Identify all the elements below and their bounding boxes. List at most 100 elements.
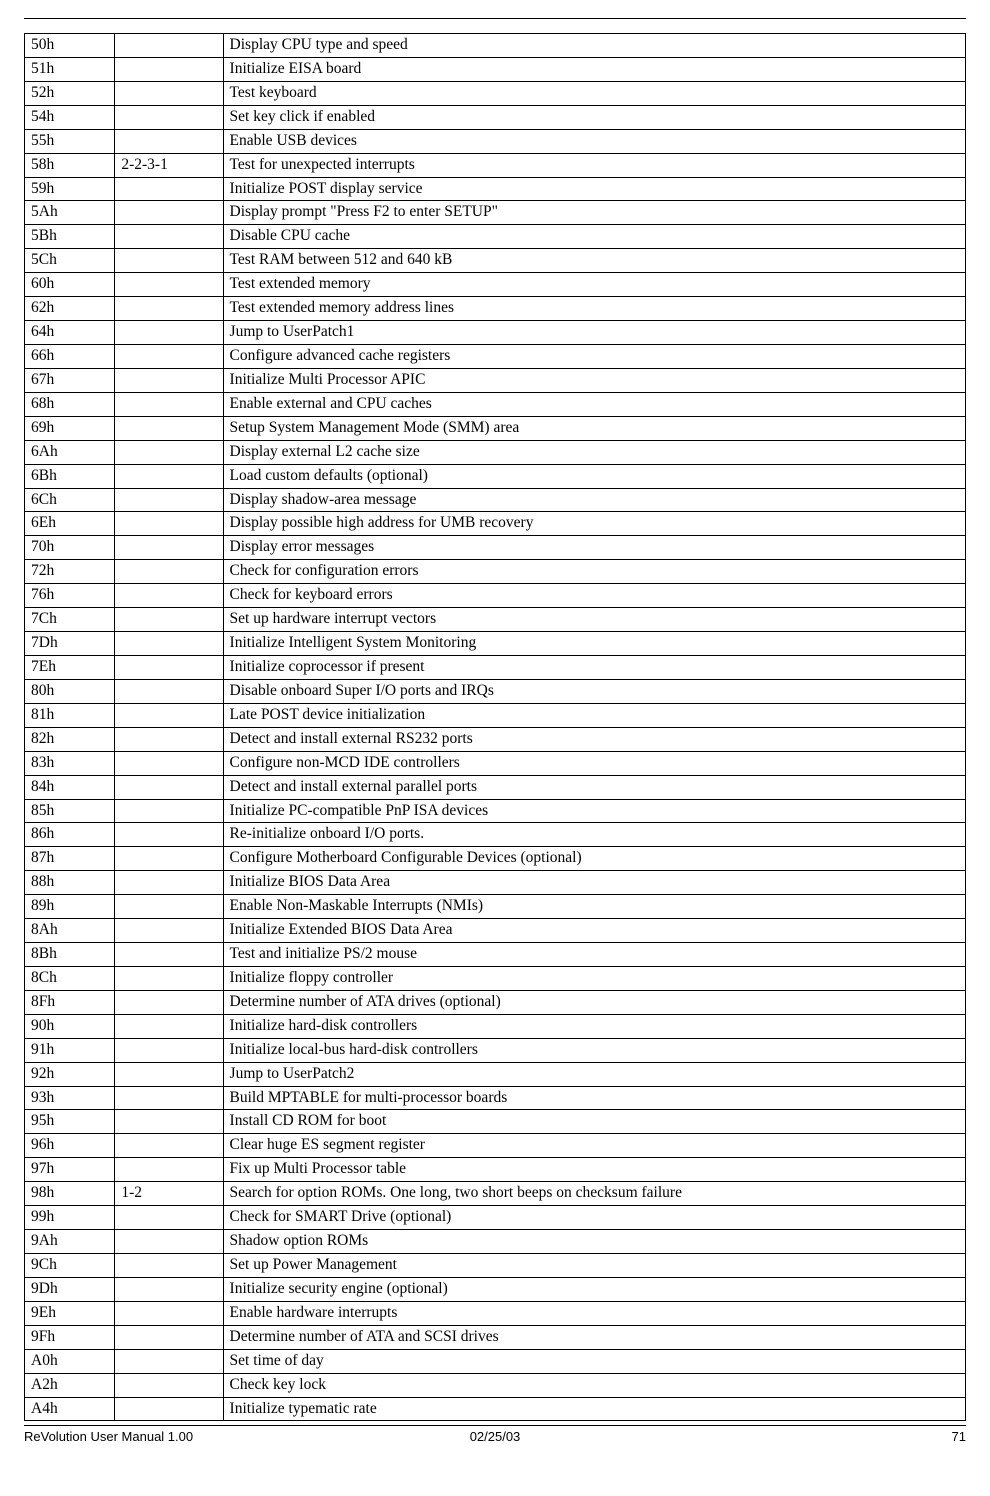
beep-cell: [115, 129, 223, 153]
desc-cell: Test keyboard: [223, 81, 965, 105]
beep-cell: [115, 488, 223, 512]
table-row: 92hJump to UserPatch2: [25, 1062, 966, 1086]
beep-cell: [115, 608, 223, 632]
table-row: 9AhShadow option ROMs: [25, 1230, 966, 1254]
table-row: 82hDetect and install external RS232 por…: [25, 727, 966, 751]
beep-cell: [115, 727, 223, 751]
table-row: 55hEnable USB devices: [25, 129, 966, 153]
beep-cell: [115, 871, 223, 895]
desc-cell: Configure Motherboard Configurable Devic…: [223, 847, 965, 871]
beep-cell: [115, 34, 223, 58]
code-cell: 86h: [25, 823, 115, 847]
beep-cell: [115, 225, 223, 249]
desc-cell: Initialize BIOS Data Area: [223, 871, 965, 895]
code-cell: 85h: [25, 799, 115, 823]
table-row: 83hConfigure non-MCD IDE controllers: [25, 751, 966, 775]
code-cell: 96h: [25, 1134, 115, 1158]
beep-cell: [115, 895, 223, 919]
code-cell: 6Ch: [25, 488, 115, 512]
beep-cell: [115, 81, 223, 105]
code-cell: 54h: [25, 105, 115, 129]
table-row: 98h1-2Search for option ROMs. One long, …: [25, 1182, 966, 1206]
table-row: 84hDetect and install external parallel …: [25, 775, 966, 799]
table-row: 76hCheck for keyboard errors: [25, 584, 966, 608]
beep-cell: [115, 1301, 223, 1325]
code-cell: 95h: [25, 1110, 115, 1134]
table-row: A0h Set time of day: [25, 1349, 966, 1373]
beep-cell: [115, 655, 223, 679]
page-footer: ReVolution User Manual 1.00 02/25/03 71: [24, 1425, 966, 1446]
code-cell: 91h: [25, 1038, 115, 1062]
table-row: 70h Display error messages: [25, 536, 966, 560]
desc-cell: Display error messages: [223, 536, 965, 560]
table-row: 9ChSet up Power Management: [25, 1254, 966, 1278]
code-cell: 97h: [25, 1158, 115, 1182]
desc-cell: Configure advanced cache registers: [223, 344, 965, 368]
beep-cell: [115, 1254, 223, 1278]
desc-cell: Load custom defaults (optional): [223, 464, 965, 488]
desc-cell: Initialize security engine (optional): [223, 1277, 965, 1301]
beep-cell: [115, 177, 223, 201]
table-row: 60hTest extended memory: [25, 273, 966, 297]
table-row: 5BhDisable CPU cache: [25, 225, 966, 249]
desc-cell: Initialize typematic rate: [223, 1397, 965, 1421]
table-row: 66hConfigure advanced cache registers: [25, 344, 966, 368]
beep-cell: [115, 368, 223, 392]
beep-cell: [115, 1277, 223, 1301]
table-row: 54hSet key click if enabled: [25, 105, 966, 129]
table-row: 99hCheck for SMART Drive (optional): [25, 1206, 966, 1230]
code-cell: 7Ch: [25, 608, 115, 632]
desc-cell: Re-initialize onboard I/O ports.: [223, 823, 965, 847]
code-cell: 8Ah: [25, 919, 115, 943]
beep-cell: [115, 1158, 223, 1182]
table-row: 72hCheck for configuration errors: [25, 560, 966, 584]
table-row: 50hDisplay CPU type and speed: [25, 34, 966, 58]
table-row: 7EhInitialize coprocessor if present: [25, 655, 966, 679]
desc-cell: Initialize Intelligent System Monitoring: [223, 632, 965, 656]
table-row: 67hInitialize Multi Processor APIC: [25, 368, 966, 392]
beep-cell: [115, 440, 223, 464]
table-row: 59hInitialize POST display service: [25, 177, 966, 201]
code-cell: 80h: [25, 679, 115, 703]
code-cell: A0h: [25, 1349, 115, 1373]
footer-center: 02/25/03: [338, 1428, 652, 1446]
desc-cell: Test for unexpected interrupts: [223, 153, 965, 177]
code-cell: 9Ah: [25, 1230, 115, 1254]
code-cell: 8Fh: [25, 990, 115, 1014]
table-row: 6ChDisplay shadow-area message: [25, 488, 966, 512]
table-row: 8BhTest and initialize PS/2 mouse: [25, 943, 966, 967]
desc-cell: Set up hardware interrupt vectors: [223, 608, 965, 632]
beep-cell: [115, 1373, 223, 1397]
table-row: 8FhDetermine number of ATA drives (optio…: [25, 990, 966, 1014]
beep-cell: [115, 823, 223, 847]
table-row: 7DhInitialize Intelligent System Monitor…: [25, 632, 966, 656]
beep-cell: [115, 919, 223, 943]
desc-cell: Initialize Multi Processor APIC: [223, 368, 965, 392]
beep-cell: [115, 201, 223, 225]
code-cell: 62h: [25, 297, 115, 321]
table-row: 8AhInitialize Extended BIOS Data Area: [25, 919, 966, 943]
table-row: 52h Test keyboard: [25, 81, 966, 105]
desc-cell: Set time of day: [223, 1349, 965, 1373]
beep-cell: [115, 990, 223, 1014]
beep-cell: [115, 1206, 223, 1230]
table-row: 90hInitialize hard-disk controllers: [25, 1014, 966, 1038]
beep-cell: [115, 1230, 223, 1254]
desc-cell: Initialize hard-disk controllers: [223, 1014, 965, 1038]
desc-cell: Check for keyboard errors: [223, 584, 965, 608]
table-row: 68hEnable external and CPU caches: [25, 392, 966, 416]
desc-cell: Jump to UserPatch1: [223, 321, 965, 345]
code-cell: 87h: [25, 847, 115, 871]
code-cell: 70h: [25, 536, 115, 560]
code-cell: 52h: [25, 81, 115, 105]
code-cell: 9Eh: [25, 1301, 115, 1325]
code-cell: 92h: [25, 1062, 115, 1086]
code-cell: 6Eh: [25, 512, 115, 536]
desc-cell: Install CD ROM for boot: [223, 1110, 965, 1134]
desc-cell: Display external L2 cache size: [223, 440, 965, 464]
desc-cell: Initialize POST display service: [223, 177, 965, 201]
code-cell: 60h: [25, 273, 115, 297]
table-row: 5ChTest RAM between 512 and 640 kB: [25, 249, 966, 273]
table-row: 5AhDisplay prompt "Press F2 to enter SET…: [25, 201, 966, 225]
desc-cell: Test extended memory address lines: [223, 297, 965, 321]
